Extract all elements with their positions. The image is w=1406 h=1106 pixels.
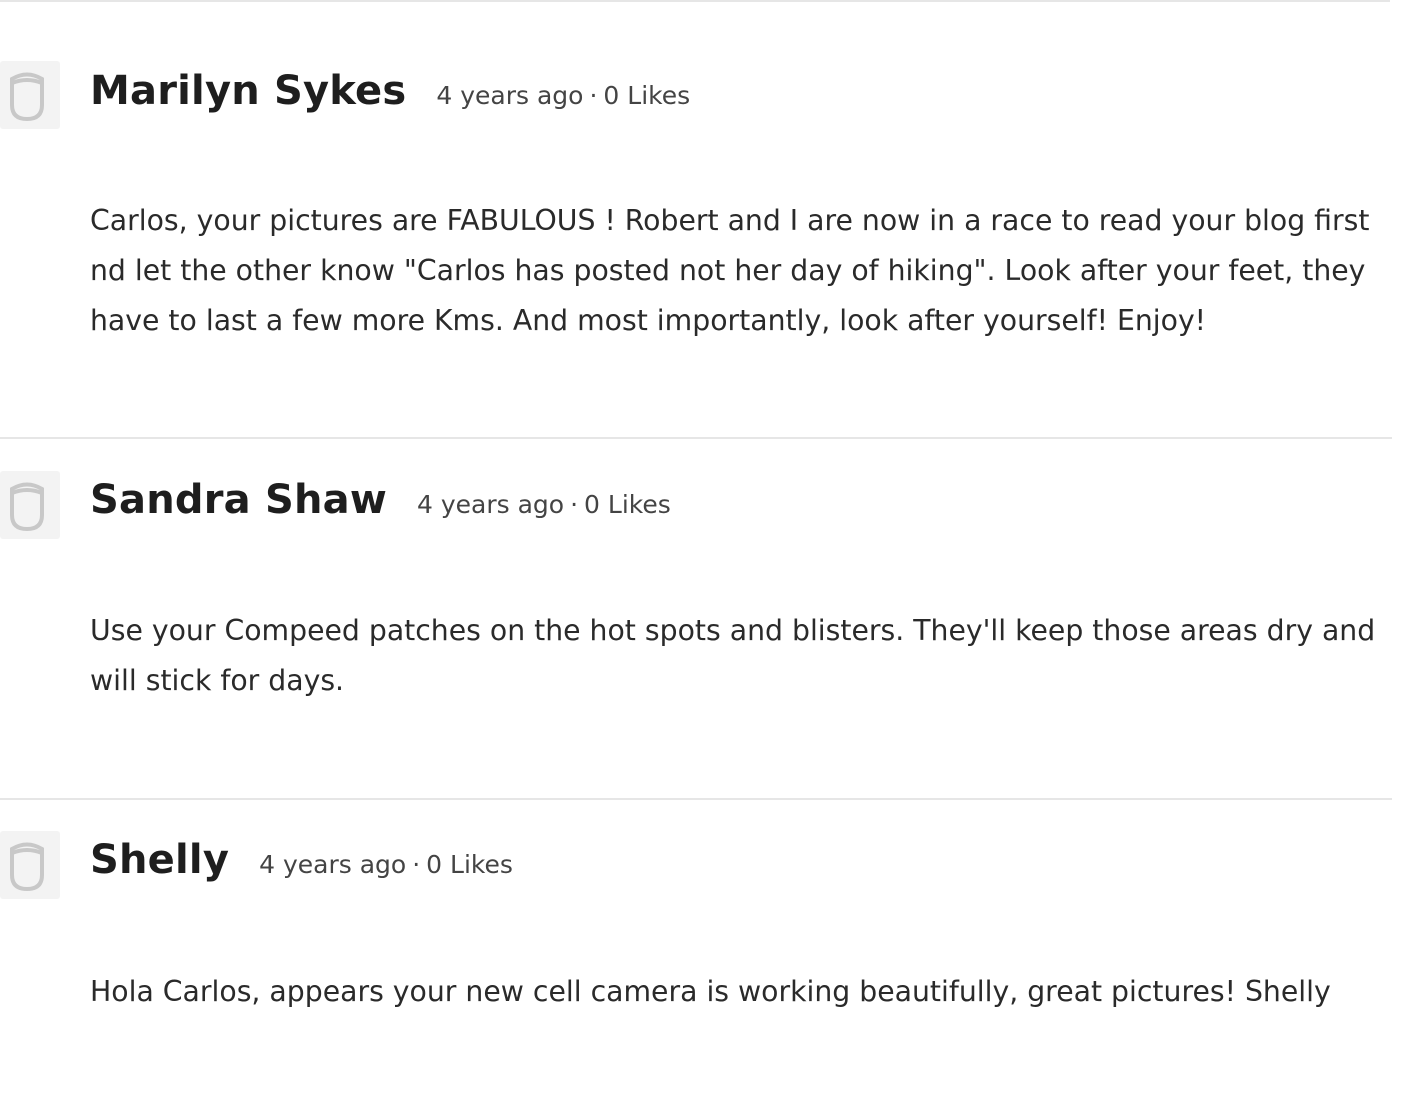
meta-separator: ·	[412, 850, 421, 879]
comment-likes: 0 Likes	[603, 81, 691, 110]
meta-separator: ·	[570, 490, 579, 519]
avatar[interactable]	[0, 61, 60, 129]
comment-meta: 4 years ago · 0 Likes	[417, 490, 671, 519]
comment-item: Marilyn Sykes 4 years ago · 0 Likes Carlos…	[0, 0, 1392, 439]
comment-author[interactable]: Shelly	[90, 837, 229, 883]
comment-header: Marilyn Sykes 4 years ago · 0 Likes	[90, 68, 690, 114]
comment-item: Sandra Shaw 4 years ago · 0 Likes Use your…	[0, 439, 1392, 800]
comment-author[interactable]: Sandra Shaw	[90, 477, 387, 523]
comment-time[interactable]: 4 years ago	[436, 81, 583, 110]
comment-text: Use your Compeed patches on the hot spot…	[90, 614, 1376, 697]
comment-time[interactable]: 4 years ago	[259, 850, 406, 879]
meta-separator: ·	[589, 81, 598, 110]
comment-text: Hola Carlos, appears your new cell camer…	[90, 975, 1331, 1008]
comment-time[interactable]: 4 years ago	[417, 490, 564, 519]
comment-header: Sandra Shaw 4 years ago · 0 Likes	[90, 477, 671, 523]
comment-text: Carlos, your pictures are FABULOUS ! Rob…	[90, 204, 1370, 337]
default-avatar-icon	[10, 842, 44, 892]
comment-likes: 0 Likes	[584, 490, 671, 519]
comments-list: Marilyn Sykes 4 years ago · 0 Likes Carlos…	[0, 0, 1406, 1106]
default-avatar-icon	[10, 72, 44, 122]
comment-item: Shelly 4 years ago · 0 Likes Hola Carlos, …	[0, 800, 1392, 1106]
comment-meta: 4 years ago · 0 Likes	[436, 81, 690, 110]
comment-likes: 0 Likes	[426, 850, 513, 879]
avatar[interactable]	[0, 471, 60, 539]
default-avatar-icon	[10, 482, 44, 532]
comment-header: Shelly 4 years ago · 0 Likes	[90, 837, 513, 883]
comment-author[interactable]: Marilyn Sykes	[90, 68, 406, 114]
comment-meta: 4 years ago · 0 Likes	[259, 850, 513, 879]
avatar[interactable]	[0, 831, 60, 899]
